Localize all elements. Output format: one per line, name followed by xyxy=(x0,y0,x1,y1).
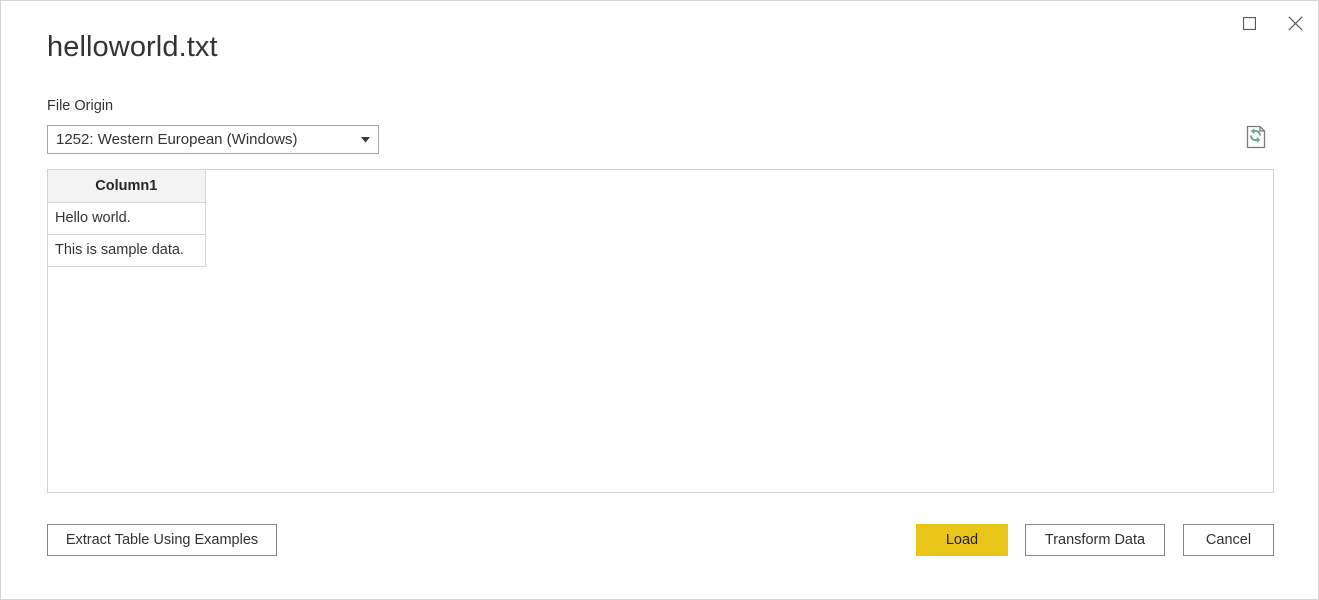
cancel-button[interactable]: Cancel xyxy=(1183,524,1274,556)
chevron-down-icon xyxy=(358,136,372,143)
preview-table-body: Hello world. This is sample data. xyxy=(48,202,206,267)
file-origin-label: File Origin xyxy=(47,98,114,114)
table-row: This is sample data. xyxy=(48,234,206,267)
file-origin-value: 1252: Western European (Windows) xyxy=(56,131,298,148)
titlebar-controls xyxy=(1226,1,1318,45)
refresh-document-icon xyxy=(1246,125,1266,149)
maximize-icon xyxy=(1242,16,1256,30)
close-button[interactable] xyxy=(1272,5,1318,41)
preview-table: Column1 Hello world. This is sample data… xyxy=(48,170,206,267)
refresh-preview-button[interactable] xyxy=(1244,124,1270,150)
maximize-button[interactable] xyxy=(1226,5,1272,41)
file-import-dialog: helloworld.txt File Origin 1252: Western… xyxy=(0,0,1319,600)
table-row: Hello world. xyxy=(48,202,206,235)
column-header-column1[interactable]: Column1 xyxy=(48,170,206,203)
file-origin-dropdown[interactable]: 1252: Western European (Windows) xyxy=(47,125,379,154)
transform-data-button[interactable]: Transform Data xyxy=(1025,524,1165,556)
close-icon xyxy=(1287,15,1303,31)
data-preview-panel: Column1 Hello world. This is sample data… xyxy=(47,169,1274,493)
table-header-row: Column1 xyxy=(48,170,206,203)
table-cell[interactable]: This is sample data. xyxy=(48,234,206,267)
preview-table-head: Column1 xyxy=(48,170,206,203)
dialog-title: helloworld.txt xyxy=(47,31,218,63)
table-cell[interactable]: Hello world. xyxy=(48,202,206,235)
load-button[interactable]: Load xyxy=(916,524,1008,556)
extract-table-using-examples-button[interactable]: Extract Table Using Examples xyxy=(47,524,277,556)
